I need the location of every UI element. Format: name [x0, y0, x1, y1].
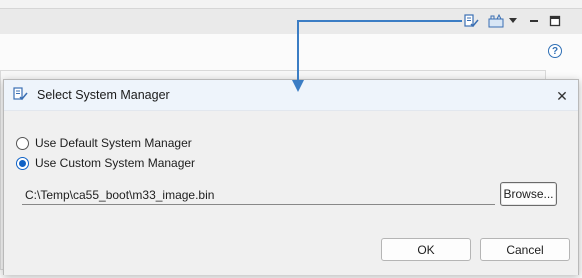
help-icon[interactable]: ? — [548, 44, 562, 58]
radio-label: Use Default System Manager — [35, 136, 192, 150]
radio-custom-system-manager[interactable]: Use Custom System Manager — [16, 156, 195, 170]
dialog-title-bar: Select System Manager ✕ — [4, 80, 578, 111]
select-system-manager-icon[interactable] — [463, 13, 479, 29]
system-manager-icon[interactable] — [488, 13, 504, 29]
dialog-title: Select System Manager — [37, 88, 170, 102]
radio-button[interactable] — [16, 136, 29, 150]
maximize-icon[interactable] — [549, 13, 561, 29]
system-manager-path-field[interactable]: C:\Temp\ca55_boot\m33_image.bin — [22, 185, 495, 205]
close-icon[interactable]: ✕ — [552, 86, 572, 106]
radio-button-selected[interactable] — [16, 156, 29, 170]
ok-button[interactable]: OK — [381, 238, 471, 261]
select-system-manager-icon — [12, 86, 28, 105]
cancel-button[interactable]: Cancel — [480, 238, 570, 261]
radio-label: Use Custom System Manager — [35, 156, 196, 170]
minimize-icon[interactable] — [528, 13, 540, 29]
select-system-manager-dialog: Select System Manager ✕ Use Default Syst… — [3, 79, 579, 275]
dialog-footer: OK Cancel — [4, 221, 578, 275]
radio-default-system-manager[interactable]: Use Default System Manager — [16, 136, 192, 150]
browse-button[interactable]: Browse... — [500, 182, 557, 206]
dropdown-arrow-icon[interactable] — [508, 13, 518, 29]
